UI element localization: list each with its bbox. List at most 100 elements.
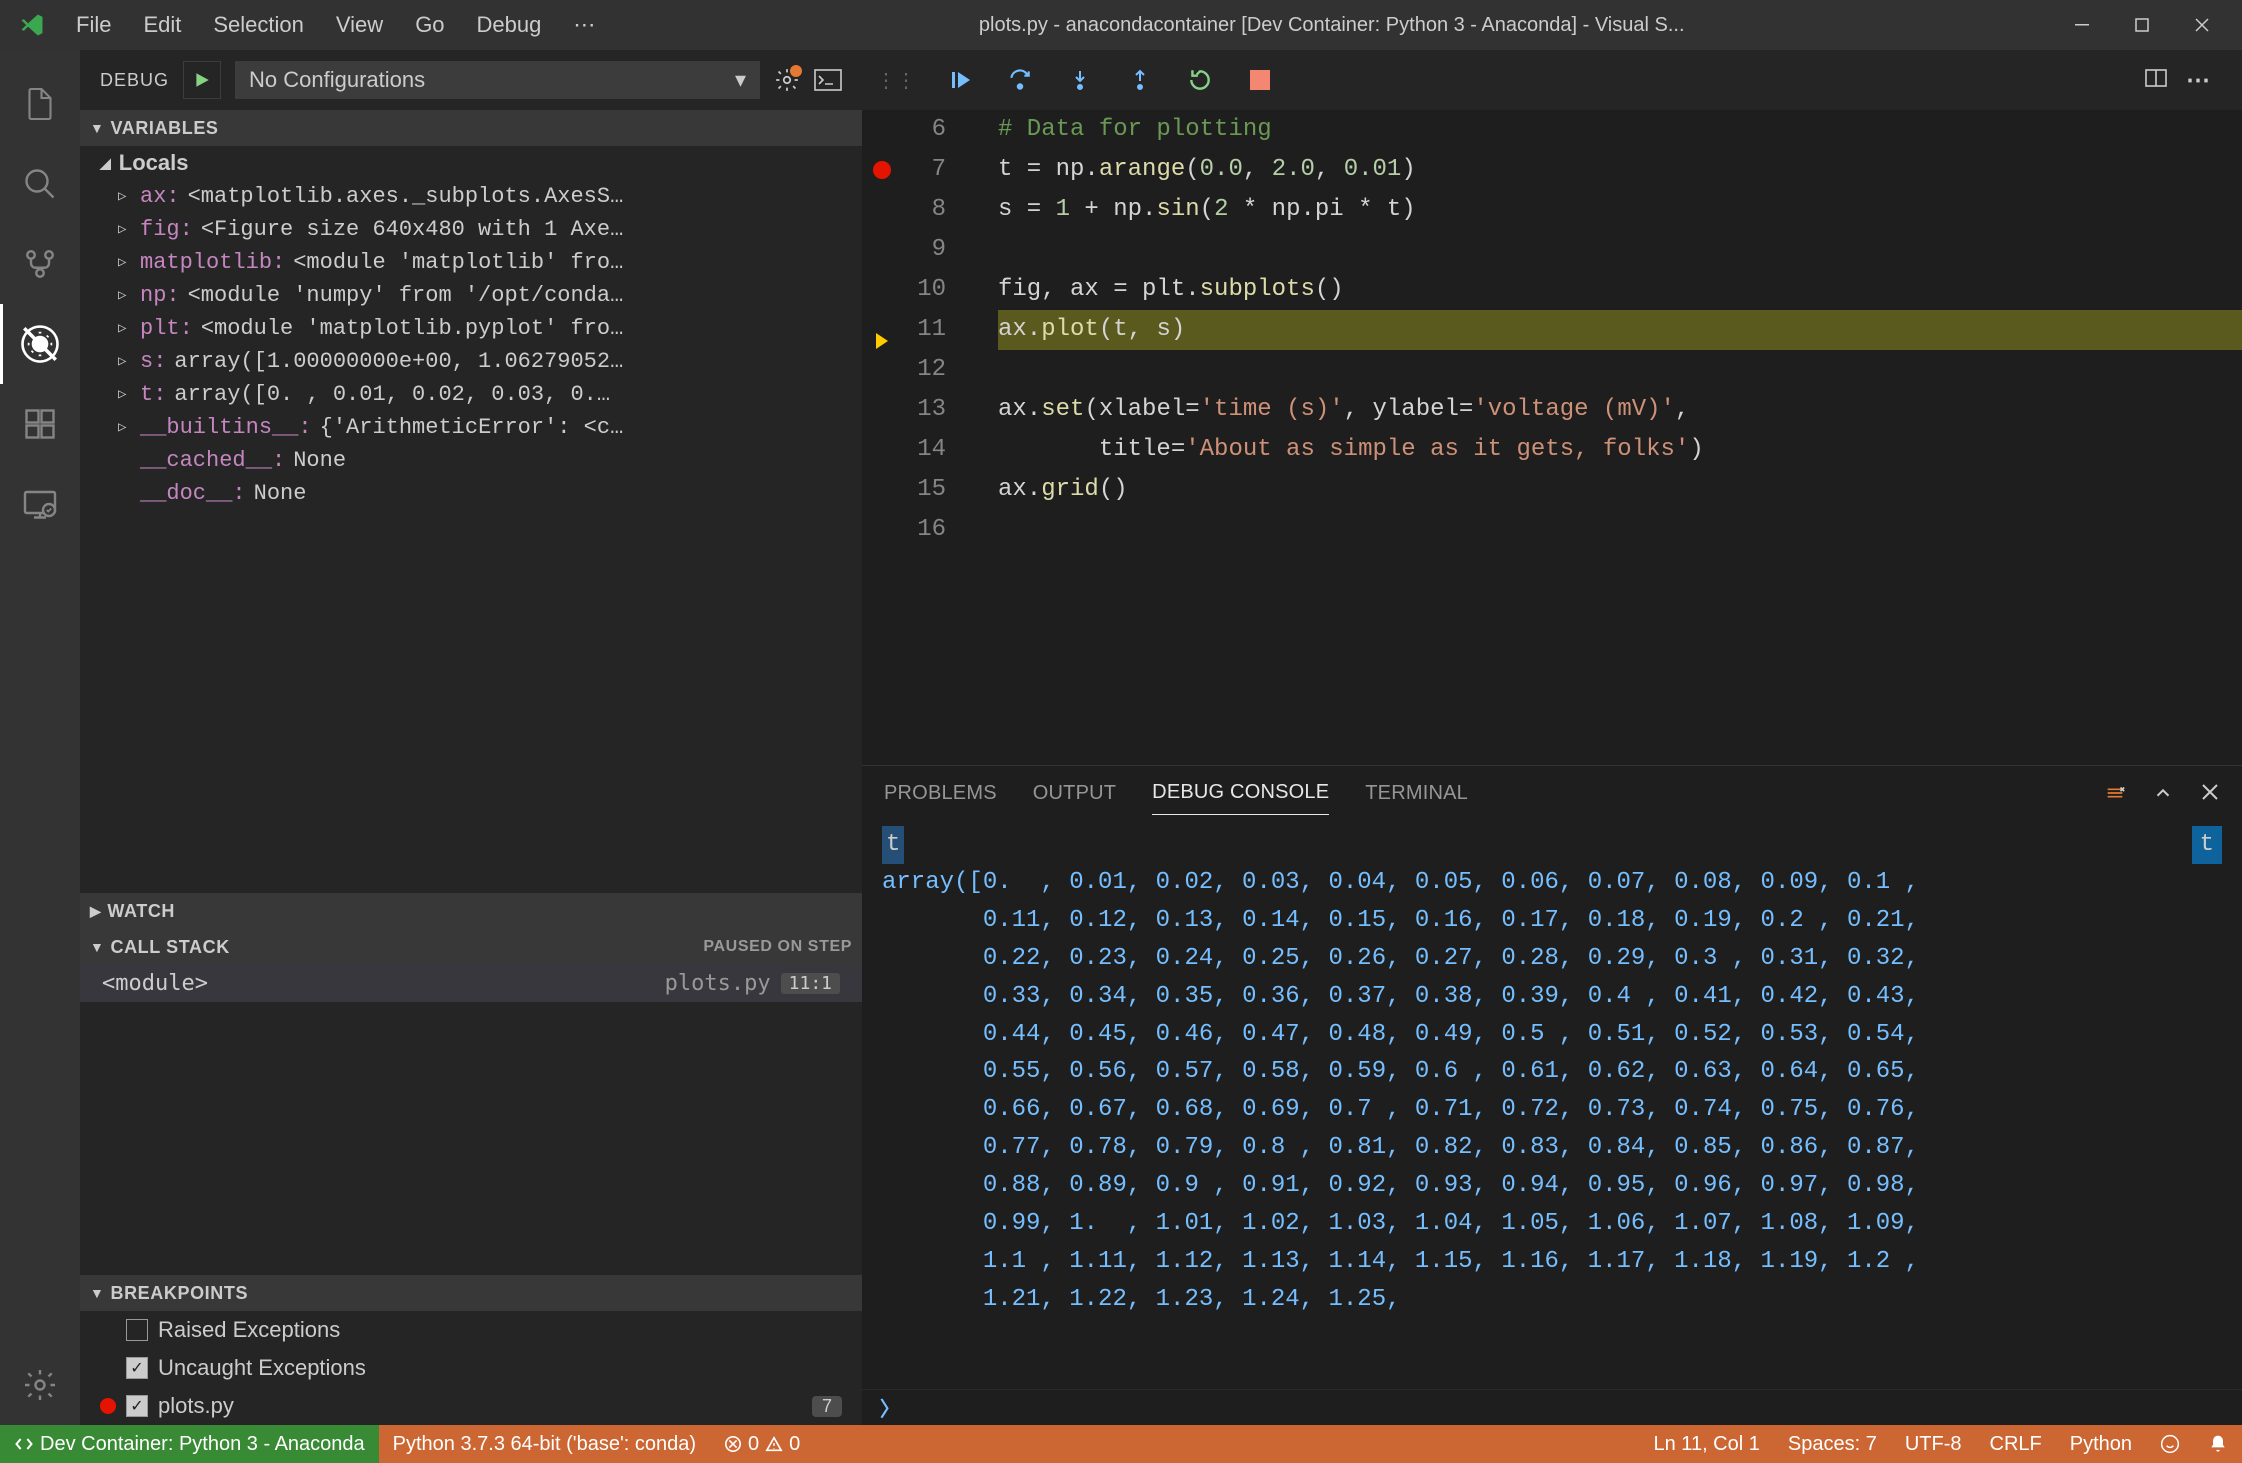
line-number: 12 bbox=[902, 350, 946, 390]
split-editor-button[interactable] bbox=[2144, 66, 2168, 95]
status-feedback[interactable] bbox=[2146, 1425, 2194, 1463]
debug-console-button[interactable] bbox=[814, 69, 842, 91]
variable-value: <module 'matplotlib.pyplot' fro… bbox=[201, 316, 623, 341]
variable-row[interactable]: __cached__: None bbox=[80, 444, 862, 477]
status-python[interactable]: Python 3.7.3 64-bit ('base': conda) bbox=[379, 1425, 710, 1463]
start-debug-button[interactable] bbox=[183, 61, 221, 99]
console-prompt[interactable]: 〉 bbox=[862, 1389, 2242, 1425]
checkbox[interactable] bbox=[126, 1395, 148, 1417]
menu-selection[interactable]: Selection bbox=[197, 6, 320, 44]
debug-settings-button[interactable] bbox=[774, 67, 800, 93]
variable-name: fig: bbox=[140, 217, 193, 242]
continue-button[interactable] bbox=[930, 51, 990, 109]
variable-row[interactable]: ▷plt: <module 'matplotlib.pyplot' fro… bbox=[80, 312, 862, 345]
line-number: 16 bbox=[902, 510, 946, 550]
callstack-section-header[interactable]: ▼ CALL STACK PAUSED ON STEP bbox=[80, 929, 862, 965]
variable-name: s: bbox=[140, 349, 166, 374]
variable-value: <matplotlib.axes._subplots.AxesS… bbox=[188, 184, 624, 209]
variable-value: array([0. , 0.01, 0.02, 0.03, 0.… bbox=[174, 382, 610, 407]
callstack-frame[interactable]: <module> plots.py 11:1 bbox=[80, 965, 862, 1002]
line-number: 10 bbox=[902, 270, 946, 310]
variable-row[interactable]: ▷t: array([0. , 0.01, 0.02, 0.03, 0.… bbox=[80, 378, 862, 411]
debug-console-body[interactable]: t t array([0. , 0.01, 0.02, 0.03, 0.04, … bbox=[862, 820, 2242, 1389]
activity-search[interactable] bbox=[0, 144, 80, 224]
close-panel-button[interactable] bbox=[2200, 782, 2220, 804]
status-notifications[interactable] bbox=[2194, 1425, 2242, 1463]
step-out-button[interactable] bbox=[1110, 51, 1170, 109]
bp-uncaught-exceptions[interactable]: Uncaught Exceptions bbox=[80, 1349, 862, 1387]
stop-button[interactable] bbox=[1230, 51, 1290, 109]
panel-tabs: PROBLEMS OUTPUT DEBUG CONSOLE TERMINAL bbox=[862, 766, 2242, 820]
status-language[interactable]: Python bbox=[2056, 1425, 2146, 1463]
debug-config-select[interactable]: No Configurations ▾ bbox=[235, 61, 760, 99]
breakpoints-section-header[interactable]: ▼ BREAKPOINTS bbox=[80, 1275, 862, 1311]
maximize-button[interactable] bbox=[2112, 0, 2172, 50]
checkbox[interactable] bbox=[126, 1357, 148, 1379]
bp-file[interactable]: plots.py 7 bbox=[80, 1387, 862, 1425]
expand-icon: ▷ bbox=[118, 320, 132, 337]
tab-terminal[interactable]: TERMINAL bbox=[1365, 772, 1468, 815]
status-eol[interactable]: CRLF bbox=[1976, 1425, 2056, 1463]
status-ln-col[interactable]: Ln 11, Col 1 bbox=[1640, 1425, 1774, 1463]
variable-row[interactable]: ▷ax: <matplotlib.axes._subplots.AxesS… bbox=[80, 180, 862, 213]
restart-button[interactable] bbox=[1170, 51, 1230, 109]
status-encoding[interactable]: UTF-8 bbox=[1891, 1425, 1976, 1463]
code-content[interactable]: # Data for plotting t = np.arange(0.0, 2… bbox=[968, 110, 2242, 765]
checkbox[interactable] bbox=[126, 1319, 148, 1341]
activity-remote[interactable] bbox=[0, 464, 80, 544]
variable-row[interactable]: ▷s: array([1.00000000e+00, 1.06279052… bbox=[80, 345, 862, 378]
menu-file[interactable]: File bbox=[60, 6, 127, 44]
menu-go[interactable]: Go bbox=[399, 6, 460, 44]
code-editor[interactable]: 678910111213141516 # Data for plotting t… bbox=[862, 110, 2242, 765]
activity-explorer[interactable] bbox=[0, 64, 80, 144]
status-spaces[interactable]: Spaces: 7 bbox=[1774, 1425, 1891, 1463]
chevron-down-icon: ▼ bbox=[90, 120, 104, 136]
watch-section-header[interactable]: ▶ WATCH bbox=[80, 893, 862, 929]
drag-handle-icon[interactable]: ⋮⋮ bbox=[876, 68, 916, 93]
minimize-button[interactable] bbox=[2052, 0, 2112, 50]
status-remote[interactable]: Dev Container: Python 3 - Anaconda bbox=[0, 1425, 379, 1463]
console-output: array([0. , 0.01, 0.02, 0.03, 0.04, 0.05… bbox=[882, 864, 2222, 1319]
variable-value: <module 'matplotlib' fro… bbox=[293, 250, 623, 275]
tab-debug-console[interactable]: DEBUG CONSOLE bbox=[1152, 771, 1329, 815]
more-actions-button[interactable]: ⋯ bbox=[2186, 66, 2210, 95]
activity-scm[interactable] bbox=[0, 224, 80, 304]
variables-section-header[interactable]: ▼ VARIABLES bbox=[80, 110, 862, 146]
debug-toolbar: ⋮⋮ ⋯ bbox=[862, 50, 2242, 110]
line-number: 7 bbox=[902, 150, 946, 190]
variable-row[interactable]: ▷fig: <Figure size 640x480 with 1 Axe… bbox=[80, 213, 862, 246]
variable-row[interactable]: __doc__: None bbox=[80, 477, 862, 510]
debug-sidebar: DEBUG No Configurations ▾ ▼ VARIABLES ◢ bbox=[80, 50, 862, 1425]
variable-row[interactable]: ▷np: <module 'numpy' from '/opt/conda… bbox=[80, 279, 862, 312]
debug-config-label: No Configurations bbox=[249, 67, 425, 93]
menu-debug[interactable]: Debug bbox=[461, 6, 558, 44]
collapse-panel-button[interactable] bbox=[2152, 782, 2174, 804]
expand-icon: ▷ bbox=[118, 287, 132, 304]
menu-overflow[interactable]: ⋯ bbox=[557, 6, 611, 44]
variable-value: {'ArithmeticError': <c… bbox=[320, 415, 624, 440]
callstack-body: <module> plots.py 11:1 bbox=[80, 965, 862, 1275]
variable-name: t: bbox=[140, 382, 166, 407]
menu-view[interactable]: View bbox=[320, 6, 399, 44]
step-into-button[interactable] bbox=[1050, 51, 1110, 109]
clear-console-button[interactable] bbox=[2104, 782, 2126, 804]
step-over-button[interactable] bbox=[990, 51, 1050, 109]
breakpoint-gutter[interactable] bbox=[862, 110, 902, 765]
menu-edit[interactable]: Edit bbox=[127, 6, 197, 44]
variable-name: np: bbox=[140, 283, 180, 308]
variable-row[interactable]: ▷__builtins__: {'ArithmeticError': <c… bbox=[80, 411, 862, 444]
menu-bar: File Edit Selection View Go Debug ⋯ bbox=[60, 6, 611, 44]
tab-problems[interactable]: PROBLEMS bbox=[884, 772, 997, 815]
breakpoint-dot-icon[interactable] bbox=[873, 161, 891, 179]
close-button[interactable] bbox=[2172, 0, 2232, 50]
callstack-status: PAUSED ON STEP bbox=[703, 938, 852, 956]
activity-debug[interactable] bbox=[0, 304, 80, 384]
activity-extensions[interactable] bbox=[0, 384, 80, 464]
tab-output[interactable]: OUTPUT bbox=[1033, 772, 1116, 815]
locals-scope[interactable]: ◢ Locals bbox=[80, 146, 862, 180]
bp-raised-exceptions[interactable]: Raised Exceptions bbox=[80, 1311, 862, 1349]
activity-settings[interactable] bbox=[0, 1345, 80, 1425]
chevron-right-icon: 〉 bbox=[880, 1393, 900, 1422]
status-problems[interactable]: 0 0 bbox=[710, 1425, 814, 1463]
variable-row[interactable]: ▷matplotlib: <module 'matplotlib' fro… bbox=[80, 246, 862, 279]
